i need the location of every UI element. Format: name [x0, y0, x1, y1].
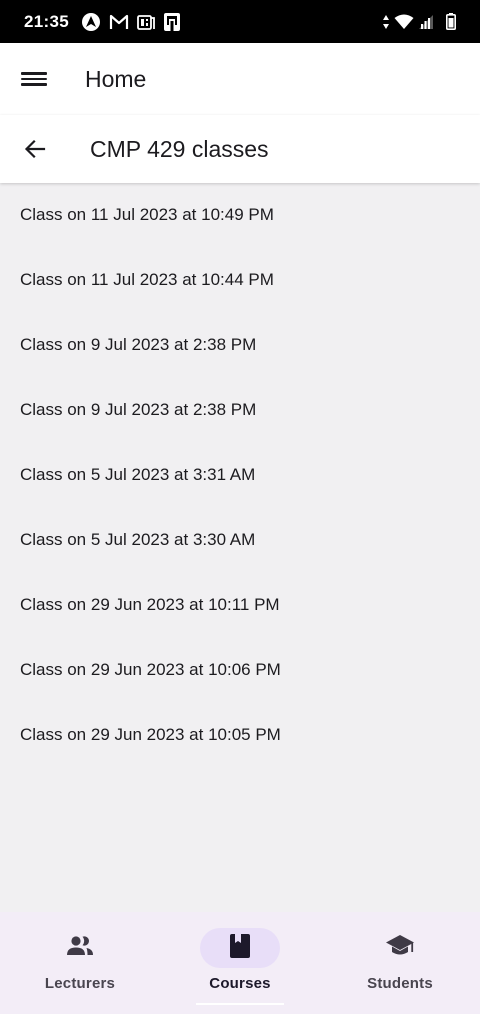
- top-app-bar: Home: [0, 43, 480, 115]
- wifi-icon: [394, 14, 414, 30]
- app-title: Home: [85, 65, 147, 92]
- notification-icons: [81, 12, 181, 32]
- data-arrows-icon: [382, 14, 390, 30]
- class-list-item[interactable]: Class on 5 Jul 2023 at 3:31 AM: [0, 443, 480, 508]
- class-list-item[interactable]: Class on 29 Jun 2023 at 10:06 PM: [0, 638, 480, 703]
- graduation-cap-icon: [385, 934, 415, 963]
- nav-item-lecturers[interactable]: Lecturers: [0, 912, 160, 1014]
- nav-active-indicator: [200, 928, 280, 968]
- page-title: CMP 429 classes: [90, 135, 269, 162]
- book-icon: [229, 933, 251, 964]
- tablet-icon: [163, 12, 181, 32]
- active-underline: [196, 1003, 284, 1005]
- nav-icon-container: [40, 928, 120, 968]
- menu-icon[interactable]: [21, 69, 47, 89]
- nav-label-lecturers: Lecturers: [44, 975, 116, 992]
- class-list-item[interactable]: Class on 5 Jul 2023 at 3:30 AM: [0, 508, 480, 573]
- nav-icon-container: [360, 928, 440, 968]
- nav-label-courses: Courses: [209, 975, 271, 992]
- class-list-item[interactable]: Class on 29 Jun 2023 at 10:11 PM: [0, 573, 480, 638]
- class-list-item[interactable]: Class on 29 Jun 2023 at 10:05 PM: [0, 703, 480, 768]
- status-time: 21:35: [24, 11, 69, 31]
- news-icon: [137, 13, 155, 31]
- bottom-navigation: Lecturers Courses Students: [0, 912, 480, 1014]
- sub-header: CMP 429 classes: [0, 115, 480, 183]
- gmail-icon: [109, 14, 129, 30]
- status-bar: 21:35: [0, 0, 480, 43]
- battery-icon: [446, 13, 456, 30]
- signal-icon: [418, 14, 434, 30]
- android-auto-icon: [81, 12, 101, 32]
- class-list-item[interactable]: Class on 11 Jul 2023 at 10:44 PM: [0, 248, 480, 313]
- nav-label-students: Students: [367, 975, 433, 992]
- class-list-item[interactable]: Class on 11 Jul 2023 at 10:49 PM: [0, 184, 480, 248]
- system-icons: [382, 13, 456, 30]
- nav-item-students[interactable]: Students: [320, 912, 480, 1014]
- class-list: Class on 11 Jul 2023 at 10:49 PM Class o…: [0, 184, 480, 768]
- arrow-back-icon[interactable]: [22, 136, 48, 162]
- nav-item-courses[interactable]: Courses: [160, 912, 320, 1014]
- class-list-item[interactable]: Class on 9 Jul 2023 at 2:38 PM: [0, 313, 480, 378]
- people-icon: [66, 935, 94, 962]
- class-list-item[interactable]: Class on 9 Jul 2023 at 2:38 PM: [0, 378, 480, 443]
